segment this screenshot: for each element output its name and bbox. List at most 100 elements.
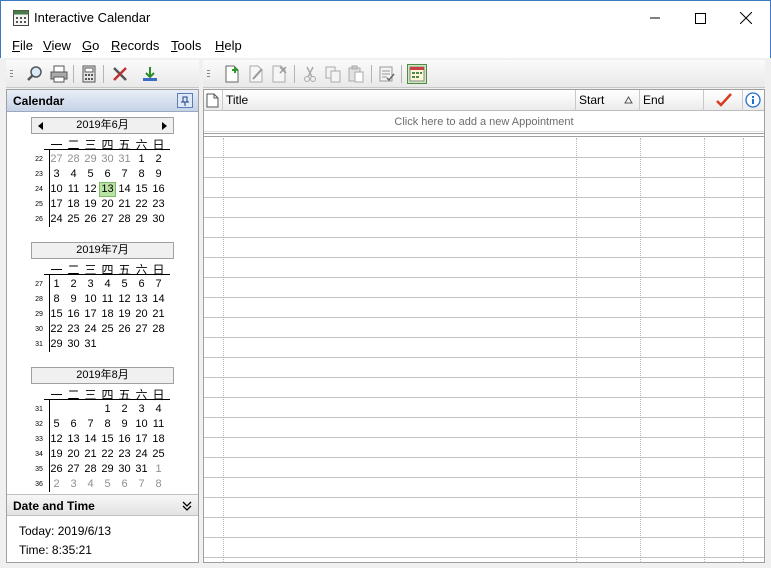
- new-appointment-button[interactable]: [222, 64, 242, 84]
- calculator-button[interactable]: [79, 64, 99, 84]
- calendar-day[interactable]: 19: [116, 307, 133, 322]
- maximize-button[interactable]: [677, 1, 723, 35]
- copy-button[interactable]: [323, 64, 343, 84]
- calendar-day[interactable]: 10: [133, 417, 150, 432]
- tools-button[interactable]: [110, 64, 130, 84]
- calendar-day[interactable]: 6: [65, 417, 82, 432]
- calendar-day[interactable]: 29: [82, 152, 99, 167]
- calendar-day[interactable]: 23: [116, 447, 133, 462]
- calendar-day[interactable]: 26: [116, 322, 133, 337]
- calendar-day[interactable]: 26: [82, 212, 99, 227]
- calendar-day[interactable]: 14: [116, 182, 133, 197]
- calendar-day[interactable]: 1: [133, 152, 150, 167]
- calendar-day[interactable]: 5: [48, 417, 65, 432]
- calendar-day[interactable]: 3: [133, 402, 150, 417]
- calendar-day[interactable]: 5: [116, 277, 133, 292]
- calendar-day[interactable]: 30: [99, 152, 116, 167]
- calendar-day[interactable]: 10: [48, 182, 65, 197]
- calendar-day[interactable]: 31: [133, 462, 150, 477]
- appointment-rows[interactable]: [204, 138, 764, 562]
- menu-help[interactable]: Help: [215, 38, 242, 53]
- calendar-day[interactable]: 2: [65, 277, 82, 292]
- calendar-day[interactable]: 1: [48, 277, 65, 292]
- edit-appointment-button[interactable]: [246, 64, 266, 84]
- menu-view[interactable]: View: [43, 38, 71, 53]
- column-header-title[interactable]: Title: [223, 90, 576, 111]
- month-header[interactable]: 2019年8月: [31, 367, 174, 384]
- calendar-day[interactable]: 18: [150, 432, 167, 447]
- calendar-day[interactable]: 16: [65, 307, 82, 322]
- calendar-day[interactable]: 28: [82, 462, 99, 477]
- paste-button[interactable]: [346, 64, 366, 84]
- toolbar-grip[interactable]: [10, 70, 13, 78]
- calendar-day[interactable]: 7: [133, 477, 150, 492]
- download-button[interactable]: [140, 64, 160, 84]
- month-header[interactable]: 2019年7月: [31, 242, 174, 259]
- calendar-day[interactable]: 21: [150, 307, 167, 322]
- column-header-start[interactable]: Start: [576, 90, 640, 111]
- calendar-day[interactable]: 15: [48, 307, 65, 322]
- calendar-day[interactable]: 11: [65, 182, 82, 197]
- calendar-day[interactable]: 28: [65, 152, 82, 167]
- calendar-day[interactable]: 23: [150, 197, 167, 212]
- calendar-day[interactable]: 15: [133, 182, 150, 197]
- calendar-day[interactable]: 2: [48, 477, 65, 492]
- calendar-day[interactable]: 20: [65, 447, 82, 462]
- calendar-day[interactable]: 29: [99, 462, 116, 477]
- calendar-day[interactable]: 22: [48, 322, 65, 337]
- calendar-day[interactable]: 29: [48, 337, 65, 352]
- calendar-day[interactable]: 30: [150, 212, 167, 227]
- calendar-day[interactable]: 9: [150, 167, 167, 182]
- calendar-day[interactable]: 22: [99, 447, 116, 462]
- column-header-info[interactable]: [743, 90, 764, 111]
- calendar-day[interactable]: 22: [133, 197, 150, 212]
- calendar-day[interactable]: 26: [48, 462, 65, 477]
- calendar-day[interactable]: 19: [82, 197, 99, 212]
- calendar-day[interactable]: 2: [116, 402, 133, 417]
- calendar-day[interactable]: 27: [48, 152, 65, 167]
- calendar-day[interactable]: 23: [65, 322, 82, 337]
- calendar-day[interactable]: 7: [116, 167, 133, 182]
- calendar-day[interactable]: 21: [82, 447, 99, 462]
- calendar-day[interactable]: 17: [133, 432, 150, 447]
- calendar-day[interactable]: 11: [150, 417, 167, 432]
- cut-button[interactable]: [300, 64, 320, 84]
- calendar-day[interactable]: 1: [150, 462, 167, 477]
- calendar-day[interactable]: 2: [150, 152, 167, 167]
- calendar-day[interactable]: 27: [133, 322, 150, 337]
- calendar-day[interactable]: 11: [99, 292, 116, 307]
- column-header-end[interactable]: End: [640, 90, 704, 111]
- calendar-day[interactable]: 17: [48, 197, 65, 212]
- calendar-day-today[interactable]: 13: [99, 182, 116, 197]
- close-button[interactable]: [723, 1, 769, 35]
- column-header-completed[interactable]: [704, 90, 743, 111]
- calendar-day[interactable]: 29: [133, 212, 150, 227]
- calendar-day[interactable]: 27: [99, 212, 116, 227]
- calendar-day[interactable]: 12: [82, 182, 99, 197]
- calendar-day[interactable]: 4: [99, 277, 116, 292]
- calendar-day[interactable]: 4: [65, 167, 82, 182]
- calendar-day[interactable]: 12: [116, 292, 133, 307]
- calendar-day[interactable]: 9: [116, 417, 133, 432]
- calendar-day[interactable]: 6: [116, 477, 133, 492]
- calendar-day[interactable]: 24: [82, 322, 99, 337]
- calendar-day[interactable]: 20: [133, 307, 150, 322]
- calendar-day[interactable]: 14: [150, 292, 167, 307]
- add-appointment-row[interactable]: Click here to add a new Appointment: [204, 112, 764, 132]
- calendar-day[interactable]: 8: [99, 417, 116, 432]
- calendar-day[interactable]: 18: [65, 197, 82, 212]
- calendar-day[interactable]: 6: [99, 167, 116, 182]
- print-button[interactable]: [49, 64, 69, 84]
- check-list-button[interactable]: [377, 64, 397, 84]
- calendar-day[interactable]: 24: [133, 447, 150, 462]
- menu-go[interactable]: Go: [82, 38, 99, 53]
- calendar-day[interactable]: 24: [48, 212, 65, 227]
- calendar-day[interactable]: 8: [48, 292, 65, 307]
- calendar-day[interactable]: 28: [116, 212, 133, 227]
- date-time-header[interactable]: Date and Time: [7, 494, 198, 516]
- calendar-day[interactable]: 3: [48, 167, 65, 182]
- calendar-day[interactable]: 14: [82, 432, 99, 447]
- view-toggle-button[interactable]: [407, 64, 427, 84]
- calendar-day[interactable]: 21: [116, 197, 133, 212]
- calendar-day[interactable]: 12: [48, 432, 65, 447]
